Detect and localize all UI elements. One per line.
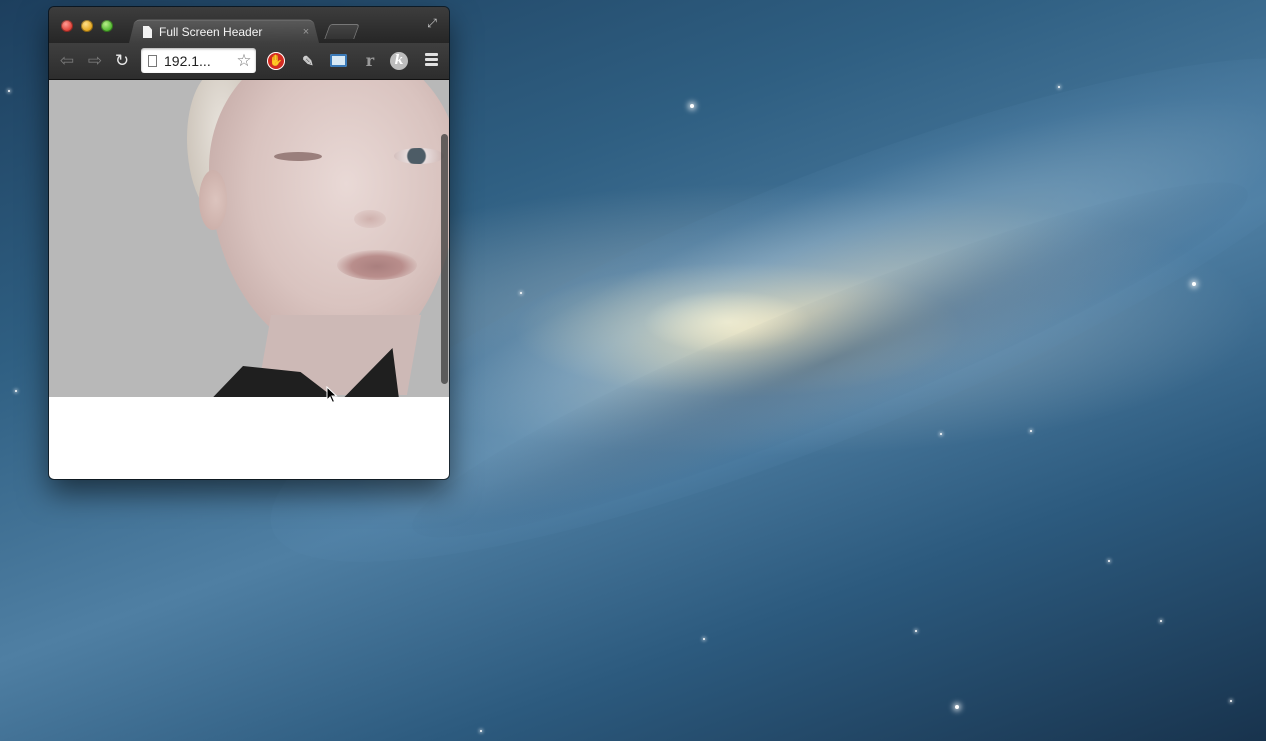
new-tab-button[interactable] xyxy=(324,24,360,39)
star xyxy=(915,630,917,632)
page-icon xyxy=(143,26,152,38)
hero-image xyxy=(49,80,449,397)
address-bar[interactable]: 192.1... ☆ xyxy=(141,48,256,73)
scrollbar-thumb[interactable] xyxy=(441,134,448,384)
star xyxy=(940,433,942,435)
star xyxy=(520,292,522,294)
tab-title: Full Screen Header xyxy=(159,25,263,39)
forward-arrow-icon[interactable]: ⇨ xyxy=(85,51,105,71)
hero-image-eye xyxy=(274,152,322,161)
star xyxy=(15,390,17,392)
star xyxy=(8,90,10,92)
screenshot-icon[interactable] xyxy=(330,54,347,67)
adblock-icon[interactable]: ✋ xyxy=(267,52,285,70)
page-icon xyxy=(148,54,157,67)
page-viewport xyxy=(49,80,449,479)
close-window-button[interactable] xyxy=(61,20,73,32)
star xyxy=(955,705,959,709)
browser-toolbar: ⇦ ⇨ ↻ 192.1... ☆ ✋ ✎ r k xyxy=(49,43,449,80)
star xyxy=(1030,430,1032,432)
k-icon[interactable]: k xyxy=(390,52,408,70)
r-icon[interactable]: r xyxy=(361,52,379,70)
minimize-window-button[interactable] xyxy=(81,20,93,32)
hero-image-ear xyxy=(199,170,227,230)
title-bar[interactable]: Full Screen Header × ⤢ xyxy=(49,7,449,43)
back-arrow-icon[interactable]: ⇦ xyxy=(57,51,77,71)
fullscreen-icon[interactable]: ⤢ xyxy=(425,16,439,30)
star xyxy=(703,638,705,640)
star xyxy=(1230,700,1232,702)
star xyxy=(1160,620,1162,622)
browser-window: Full Screen Header × ⤢ ⇦ ⇨ ↻ 192.1... ☆ … xyxy=(49,7,449,479)
hero-image-nose xyxy=(354,210,386,228)
hero-image-lips xyxy=(337,250,417,280)
bookmark-star-icon[interactable]: ☆ xyxy=(234,51,254,71)
star xyxy=(480,730,482,732)
star xyxy=(1192,282,1196,286)
hero-image-eye xyxy=(394,148,444,164)
pen-icon[interactable]: ✎ xyxy=(299,52,317,70)
star xyxy=(690,104,694,108)
star xyxy=(1108,560,1110,562)
url-text[interactable]: 192.1... xyxy=(164,53,234,69)
hamburger-menu-icon[interactable] xyxy=(425,53,438,69)
zoom-window-button[interactable] xyxy=(101,20,113,32)
mouse-cursor-icon xyxy=(326,386,338,404)
tab-active-content[interactable]: Full Screen Header × xyxy=(139,21,321,43)
tab-close-icon[interactable]: × xyxy=(299,26,313,38)
star xyxy=(1058,86,1060,88)
reload-icon[interactable]: ↻ xyxy=(112,51,132,71)
